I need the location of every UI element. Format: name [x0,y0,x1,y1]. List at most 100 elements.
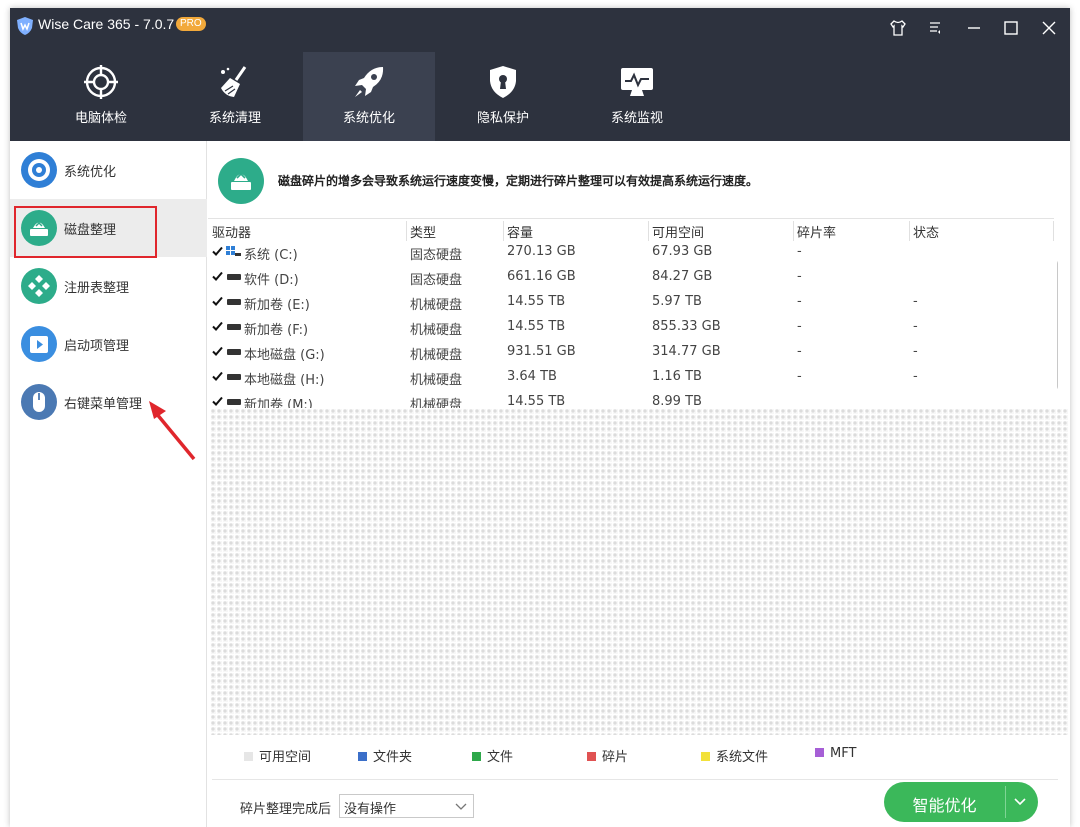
checkbox-checked-icon[interactable] [212,246,223,257]
crosshair-icon [84,65,118,99]
drive-free-space: 5.97 TB [652,294,702,309]
windows-logo-icon [226,246,241,256]
pro-badge: PRO [176,17,206,31]
tab-system-optimize[interactable]: 系统优化 [303,52,435,141]
legend-label: 文件 [487,750,514,765]
table-row[interactable]: 新加卷 (M:) 机械硬盘 14.55 TB 8.99 TB [208,390,1054,408]
column-header-type[interactable]: 类型 [410,222,436,241]
main-panel: 磁盘碎片的增多会导致系统运行速度变慢，定期进行碎片整理可以有效提高系统运行速度。… [208,141,1070,827]
legend-swatch [358,752,367,761]
tab-system-monitor[interactable]: 系统监视 [571,52,703,141]
table-row[interactable]: 本地磁盘 (G:) 机械硬盘 931.51 GB 314.77 GB - - [208,340,1054,365]
drive-capacity: 14.55 TB [507,319,566,334]
column-divider [909,221,910,241]
banner-description: 磁盘碎片的增多会导致系统运行速度变慢，定期进行碎片整理可以有效提高系统运行速度。 [278,174,759,188]
legend-swatch [815,748,824,757]
main-nav: 电脑体检 系统清理 系统优化 隐私保护 系统监视 [10,52,1070,141]
tab-label: 系统优化 [342,111,395,126]
drive-name: 新加卷 (M:) [244,398,313,408]
sidebar-item-startup[interactable]: 启动项管理 [10,315,207,373]
startup-icon [21,326,57,362]
drive-name: 新加卷 (E:) [244,298,310,313]
drive-fragmentation: - [797,319,802,334]
gear-icon [21,152,57,188]
drive-type: 机械硬盘 [410,348,463,363]
sidebar-item-label: 系统优化 [64,165,117,180]
close-icon[interactable] [1039,18,1059,38]
table-row[interactable]: 新加卷 (E:) 机械硬盘 14.55 TB 5.97 TB - - [208,290,1054,315]
skin-shirt-icon[interactable] [888,18,908,38]
drive-name: 本地磁盘 (H:) [244,373,325,388]
checkbox-checked-icon[interactable] [212,271,223,282]
table-row[interactable]: 新加卷 (F:) 机械硬盘 14.55 TB 855.33 GB - - [208,315,1054,340]
after-defrag-select[interactable]: 没有操作 [339,794,474,818]
legend-swatch [472,752,481,761]
checkbox-checked-icon[interactable] [212,321,223,332]
monitor-pulse-icon [621,68,653,96]
tab-label: 系统监视 [610,111,663,126]
drive-status: - [913,344,918,359]
menu-list-icon[interactable] [926,18,946,38]
app-window: Wise Care 365 - 7.0.7 PRO 电脑体检 系统清理 系统优化… [10,8,1070,827]
after-defrag-label: 碎片整理完成后 [240,802,332,817]
smart-optimize-button[interactable]: 智能优化 [884,782,1038,822]
legend-label: 文件夹 [373,750,413,765]
sidebar-item-registry[interactable]: 注册表整理 [10,257,207,315]
drive-free-space: 855.33 GB [652,319,721,334]
column-header-fragmentation[interactable]: 碎片率 [797,222,836,241]
drive-icon [227,349,241,355]
drive-type: 机械硬盘 [410,298,463,313]
checkbox-checked-icon[interactable] [212,346,223,357]
legend-swatch [244,752,253,761]
table-row[interactable]: 系统 (C:) 固态硬盘 270.13 GB 67.93 GB - [208,240,1054,265]
column-header-status[interactable]: 状态 [913,222,939,241]
sidebar-item-label: 启动项管理 [64,339,130,354]
drive-icon [227,324,241,330]
drive-name: 系统 (C:) [244,248,298,263]
drive-type: 机械硬盘 [410,323,463,338]
column-header-free-space[interactable]: 可用空间 [652,222,704,241]
smart-optimize-label: 智能优化 [912,796,977,815]
drive-fragmentation: - [797,344,802,359]
checkbox-checked-icon[interactable] [212,371,223,382]
disk-cluster-map [210,408,1068,735]
legend-item-system-file: 系统文件 [701,746,768,765]
drive-capacity: 14.55 TB [507,394,566,408]
maximize-icon[interactable] [1001,18,1021,38]
drive-name: 本地磁盘 (G:) [244,348,325,363]
minimize-icon[interactable] [964,18,984,38]
sidebar-item-system-optimize[interactable]: 系统优化 [10,141,207,199]
drive-free-space: 1.16 TB [652,369,702,384]
drive-name: 软件 (D:) [244,273,299,288]
checkbox-checked-icon[interactable] [212,396,223,407]
tab-system-clean[interactable]: 系统清理 [169,52,301,141]
column-divider [406,221,407,241]
drive-fragmentation: - [797,269,802,284]
table-row[interactable]: 本地磁盘 (H:) 机械硬盘 3.64 TB 1.16 TB - - [208,365,1054,390]
drive-free-space: 84.27 GB [652,269,713,284]
checkbox-checked-icon[interactable] [212,296,223,307]
table-row[interactable]: 软件 (D:) 固态硬盘 661.16 GB 84.27 GB - [208,265,1054,290]
scrollbar-thumb[interactable] [1057,260,1058,390]
sidebar: 系统优化 磁盘整理 注册表整理 启动项管理 右键菜单管理 [10,141,207,827]
rocket-icon [355,67,384,97]
legend-label: 系统文件 [716,750,769,765]
drive-table: 驱动器 类型 容量 可用空间 碎片率 状态 系统 (C:) 固态硬盘 270.1… [208,218,1058,408]
drive-capacity: 931.51 GB [507,344,576,359]
tab-privacy[interactable]: 隐私保护 [437,52,569,141]
drive-type: 固态硬盘 [410,248,463,263]
chevron-down-icon[interactable] [1012,795,1028,809]
tab-label: 系统清理 [208,111,261,126]
drive-type: 机械硬盘 [410,398,463,408]
drive-status: - [913,319,918,334]
chevron-down-icon [455,803,467,810]
column-header-capacity[interactable]: 容量 [507,222,533,241]
drive-icon [227,299,241,305]
app-title: Wise Care 365 - 7.0.7 [38,16,175,32]
tab-pc-checkup[interactable]: 电脑体检 [35,52,167,141]
table-scrollbar[interactable] [1055,240,1058,408]
column-divider [1053,221,1054,241]
registry-icon [21,268,57,304]
column-header-drive[interactable]: 驱动器 [212,222,251,241]
drive-icon [227,374,241,380]
